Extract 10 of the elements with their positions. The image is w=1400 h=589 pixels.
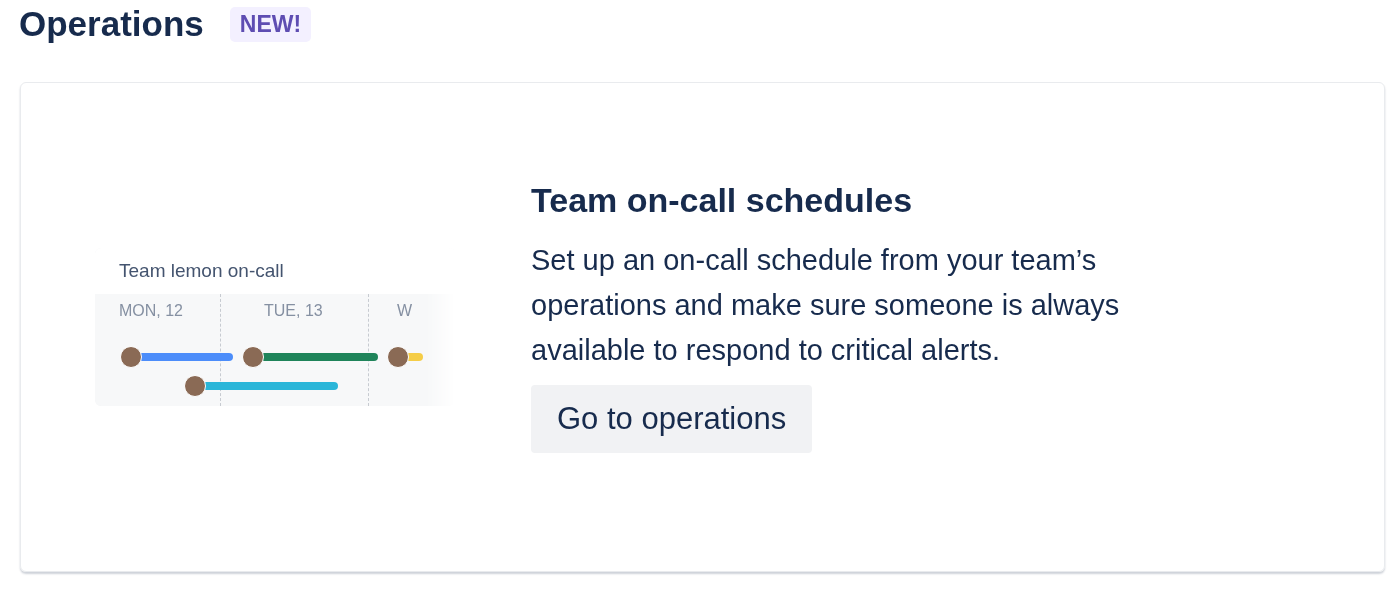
new-badge: NEW! — [229, 6, 312, 42]
section-title: Operations — [19, 4, 204, 44]
card-heading: Team on-call schedules — [531, 181, 913, 220]
day-label: MON, 12 — [119, 302, 183, 320]
go-to-operations-button[interactable]: Go to operations — [531, 385, 813, 453]
shift-bar — [387, 346, 423, 368]
card-description: Set up an on-call schedule from your team’s operations and make sure someone is always available to respond to critical alerts. — [531, 243, 1121, 368]
day-label: W — [397, 302, 413, 320]
schedule-title: Team lemon on-call — [119, 260, 284, 282]
day-label: TUE, 13 — [264, 302, 323, 320]
